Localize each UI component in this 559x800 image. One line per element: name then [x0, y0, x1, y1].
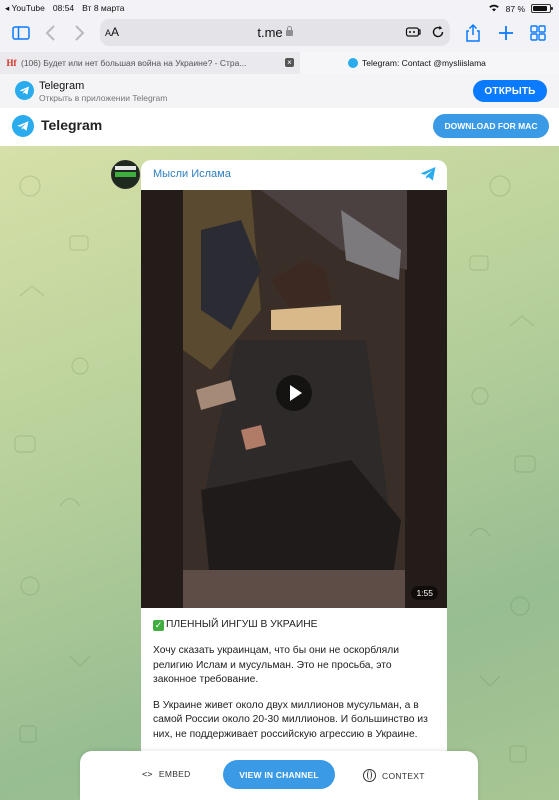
telegram-share-icon[interactable]	[419, 165, 437, 183]
reload-icon[interactable]	[430, 24, 446, 40]
post-action-bar: <> EMBED VIEW IN CHANNEL CONTEXT	[80, 751, 478, 800]
telegram-brand-name[interactable]: Telegram	[41, 117, 102, 133]
tab-bar: Hf (106) Будет или нет большая война на …	[0, 52, 559, 75]
lock-icon	[285, 26, 293, 36]
embed-button[interactable]: <> EMBED	[142, 769, 191, 780]
telegram-app-icon	[15, 81, 34, 100]
avatar-green-strip	[115, 172, 136, 177]
tab-title: (106) Будет или нет большая война на Укр…	[21, 58, 247, 68]
open-in-app-button[interactable]: ОТКРЫТЬ	[473, 80, 547, 102]
context-button[interactable]: CONTEXT	[363, 769, 425, 782]
status-date: Вт 8 марта	[82, 3, 125, 13]
post-paragraph-2: В Украине живет около двух миллионов мус…	[153, 700, 428, 740]
video-player[interactable]: 1:55	[141, 190, 447, 608]
close-tab-icon[interactable]: ×	[285, 58, 294, 67]
banner-app-subtitle: Открыть в приложении Telegram	[39, 93, 168, 103]
download-for-mac-button[interactable]: DOWNLOAD FOR MAC	[433, 114, 549, 138]
view-in-channel-button[interactable]: VIEW IN CHANNEL	[223, 760, 335, 789]
avatar-text-strip	[115, 166, 136, 170]
battery-icon	[531, 4, 553, 13]
post-paragraph-1: Хочу сказать украинцам, что бы они не ос…	[153, 645, 399, 685]
telegram-logo-icon[interactable]	[12, 115, 34, 137]
share-icon[interactable]	[462, 22, 484, 44]
video-duration: 1:55	[411, 586, 438, 600]
post-text: ✓ ПЛЕННЫЙ ИНГУШ В УКРАИНЕ Хочу сказать ук…	[153, 618, 437, 754]
post-header: Мысли Ислама	[141, 160, 447, 188]
globe-icon	[363, 769, 376, 782]
tab-telegram-contact[interactable]: Telegram: Contact @mysliislama	[300, 52, 559, 74]
channel-name-link[interactable]: Мысли Ислама	[153, 168, 231, 180]
sidebar-icon[interactable]	[10, 22, 32, 44]
forward-icon[interactable]	[68, 22, 90, 44]
post-card: Мысли Ислама 1:55 ✓ ПЛЕННЫЙ ИНГУШ В УКРА…	[141, 160, 447, 800]
embed-label: EMBED	[158, 769, 191, 779]
new-tab-icon[interactable]	[495, 22, 517, 44]
address-bar[interactable]: AA t.me	[100, 19, 450, 46]
tab-title: Telegram: Contact @mysliislama	[362, 58, 486, 68]
context-label: CONTEXT	[382, 770, 425, 781]
battery-percent: 87 %	[505, 3, 525, 14]
check-mark-icon: ✓	[153, 620, 164, 631]
banner-app-title: Telegram	[39, 80, 85, 92]
hf-favicon-icon: Hf	[6, 58, 17, 68]
back-to-app-link[interactable]: ◂ YouTube	[5, 3, 45, 14]
channel-avatar[interactable]	[111, 160, 140, 189]
back-icon[interactable]	[40, 22, 62, 44]
telegram-favicon-icon	[348, 58, 358, 68]
translate-icon[interactable]	[405, 24, 421, 40]
post-headline: ПЛЕННЫЙ ИНГУШ В УКРАИНЕ	[166, 619, 318, 630]
smart-app-banner: Telegram Открыть в приложении Telegram О…	[0, 74, 559, 109]
play-button[interactable]	[276, 375, 312, 411]
status-time: 08:54	[52, 3, 75, 13]
code-icon: <>	[142, 770, 153, 780]
tab-youtube-article[interactable]: Hf (106) Будет или нет большая война на …	[0, 52, 301, 74]
url-field[interactable]: t.me	[100, 25, 450, 40]
wifi-icon	[488, 3, 500, 14]
post-headline-line: ✓ ПЛЕННЫЙ ИНГУШ В УКРАИНЕ	[153, 618, 437, 632]
chat-background: Мысли Ислама 1:55 ✓ ПЛЕННЫЙ ИНГУШ В УКРА…	[0, 146, 559, 800]
tab-overview-icon[interactable]	[527, 22, 549, 44]
url-text: t.me	[257, 25, 283, 40]
telegram-header: Telegram DOWNLOAD FOR MAC	[0, 108, 559, 147]
battery-fill	[533, 6, 547, 11]
status-bar: ◂ YouTube 08:54 Вт 8 марта 87 %	[0, 0, 559, 16]
browser-toolbar: AA t.me	[0, 16, 559, 50]
